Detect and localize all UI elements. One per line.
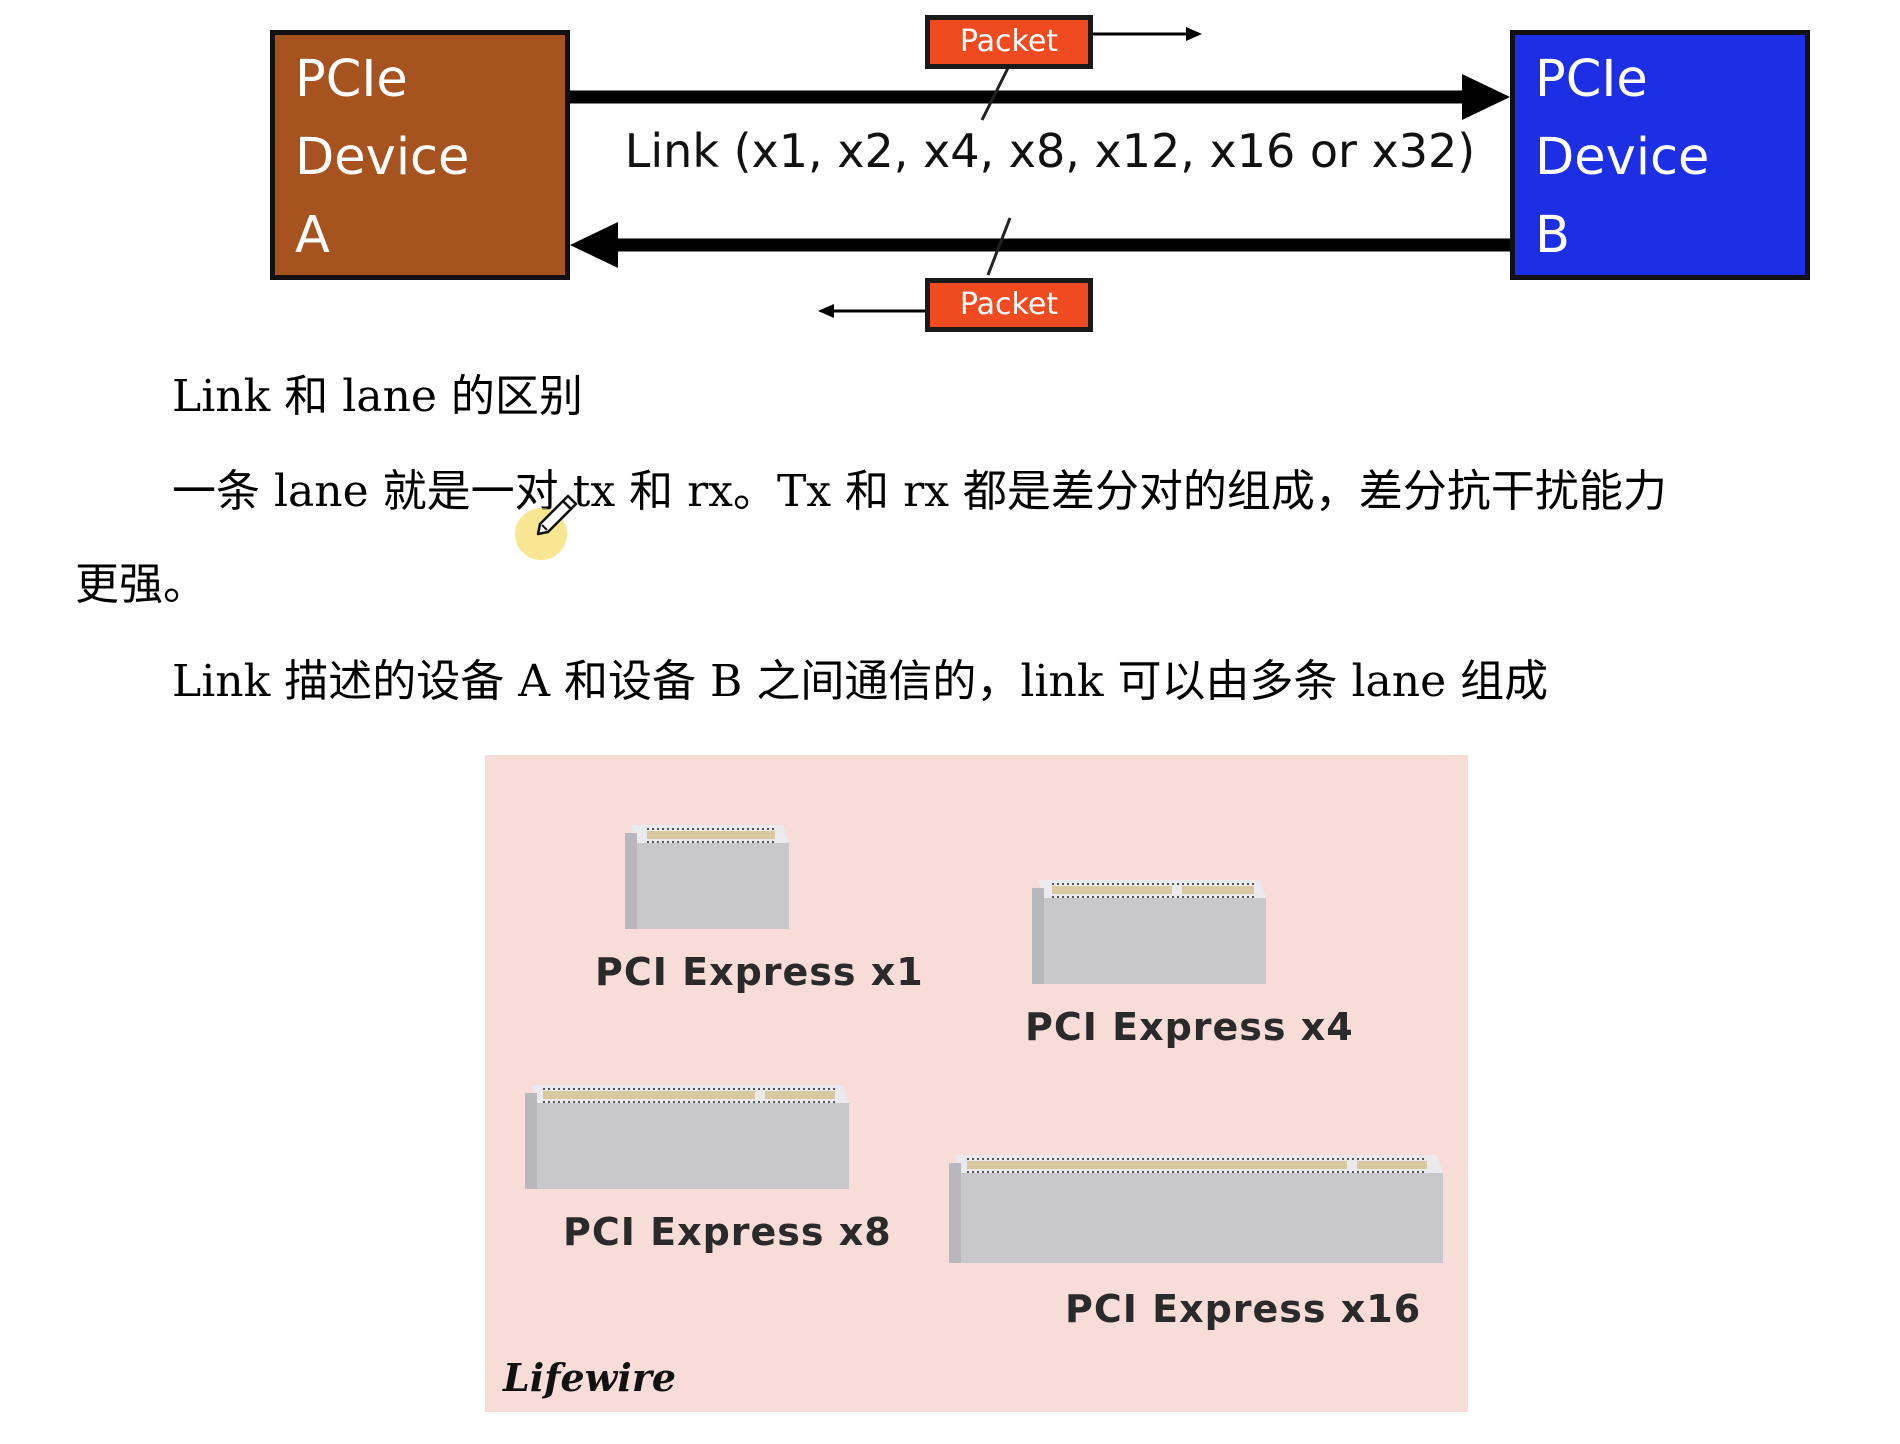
tx-arrowhead [1462,74,1510,120]
x8-slot-icon [525,1085,849,1189]
x1-label: PCI Express x1 [595,950,924,994]
pencil-cursor-icon [536,494,578,536]
x16-label: PCI Express x16 [1065,1287,1422,1331]
packet-bottom: Packet [925,278,1093,332]
packet-bottom-motion-head [818,304,834,318]
device-b-line3: B [1535,206,1570,265]
x4-slot-icon [1032,880,1266,984]
device-b-box: PCIe Device B [1510,30,1810,280]
packet-top-motion-head [1186,27,1202,41]
link-paragraph: Link 描述的设备 A 和设备 B 之间通信的，link 可以由多条 lane… [172,656,1549,707]
x1-slot-icon [625,825,789,929]
device-a-line3: A [295,206,330,265]
x16-slot-icon [949,1155,1443,1263]
packet-top: Packet [925,15,1093,69]
device-a-line2: Device [295,128,470,187]
lifewire-watermark: Lifewire [503,1355,677,1400]
pcie-link-diagram: PCIe Device A PCIe Device B Link (x1, x2… [0,0,1900,340]
device-b-line1: PCIe [1535,50,1648,109]
pcie-slots-image: PCI Express x1 PCI Express x4 PCI Expres… [485,755,1468,1412]
x8-label: PCI Express x8 [563,1210,892,1254]
rx-arrowhead [570,222,618,268]
link-label: Link (x1, x2, x4, x8, x12, x16 or x32) [624,124,1476,178]
device-b-line2: Device [1535,128,1710,187]
device-a-box: PCIe Device A [270,30,570,280]
x4-label: PCI Express x4 [1025,1005,1354,1049]
lane-paragraph-line2: 更强。 [75,559,207,610]
device-a-line1: PCIe [295,50,408,109]
lane-paragraph-line1: 一条 lane 就是一对 tx 和 rx。Tx 和 rx 都是差分对的组成，差分… [172,466,1667,517]
section-heading: Link 和 lane 的区别 [172,371,583,422]
